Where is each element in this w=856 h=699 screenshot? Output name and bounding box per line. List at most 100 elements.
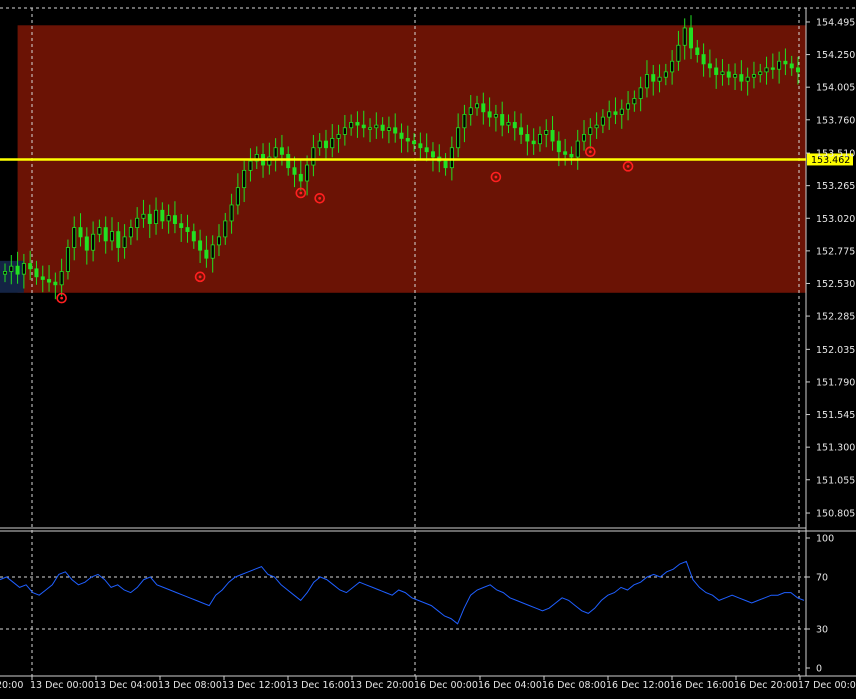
candle-body	[147, 213, 152, 224]
candle-body	[613, 111, 618, 115]
candle-body	[512, 122, 517, 129]
candle-body	[122, 236, 127, 248]
candle-body	[185, 227, 190, 232]
price-tick-label: 152.775	[816, 246, 855, 257]
candle-body	[651, 74, 656, 82]
candle-body	[53, 281, 58, 286]
candle-body	[179, 223, 184, 228]
candle-body	[380, 124, 385, 131]
candle-body	[399, 132, 404, 139]
candle-body	[292, 167, 297, 175]
price-tick-label: 154.250	[816, 50, 855, 61]
candle-body	[449, 147, 454, 169]
candle-body	[248, 160, 253, 171]
osc-tick-label: 30	[816, 625, 828, 636]
candle-body	[456, 127, 461, 149]
osc-tick-label: 100	[816, 534, 834, 545]
candle-body	[28, 263, 33, 270]
candle-body	[273, 147, 278, 158]
candle-body	[739, 74, 744, 82]
candle-body	[361, 124, 366, 129]
candle-body	[349, 122, 354, 129]
candle-body	[418, 143, 423, 149]
price-tick-label: 151.790	[816, 377, 855, 388]
candle-body	[481, 103, 486, 113]
time-label: 13 Dec 08:00	[158, 680, 222, 691]
candle-body	[588, 127, 593, 135]
candle-body	[796, 67, 801, 73]
price-tick-label: 153.020	[816, 214, 855, 225]
candle-body	[550, 130, 555, 142]
candle-body	[638, 87, 643, 99]
time-label: 17 Dec 00:00	[798, 680, 856, 691]
candle-body	[720, 71, 725, 75]
candle-body	[544, 130, 549, 135]
candle-body	[670, 60, 675, 73]
osc-tick-label: 70	[816, 573, 828, 584]
candle-body	[600, 116, 605, 126]
candle-body	[519, 127, 524, 135]
candle-body	[537, 134, 542, 145]
candle-body	[701, 54, 706, 65]
candle-body	[575, 140, 580, 158]
trading-chart: 153.462 154.495154.250154.005153.760153.…	[0, 0, 856, 699]
candle-body	[34, 268, 39, 278]
candle-body	[9, 265, 14, 272]
signal-dot	[299, 191, 303, 195]
candle-body	[210, 244, 215, 259]
candle-body	[204, 249, 209, 259]
candle-body	[109, 231, 114, 242]
candle-body	[116, 231, 121, 248]
candle-body	[789, 63, 794, 69]
candle-body	[582, 134, 587, 142]
candle-body	[443, 160, 448, 169]
candle-body	[242, 169, 247, 189]
candle-body	[770, 67, 775, 70]
candle-body	[714, 67, 719, 75]
time-label: 13 Dec 12:00	[222, 680, 286, 691]
candle-body	[676, 44, 681, 62]
candle-body	[430, 151, 435, 158]
candle-body	[154, 209, 159, 224]
candle-body	[745, 76, 750, 82]
price-tick-label: 151.545	[816, 410, 855, 421]
candle-body	[21, 263, 26, 275]
candle-body	[764, 67, 769, 73]
candle-body	[607, 111, 612, 118]
candle-body	[191, 231, 196, 242]
candle-body	[135, 217, 140, 228]
candle-body	[424, 147, 429, 153]
candle-body	[65, 247, 70, 272]
candle-body	[305, 164, 310, 182]
candle-body	[311, 147, 316, 166]
candle-body	[412, 140, 417, 145]
candle-body	[569, 153, 574, 158]
candle-body	[40, 276, 45, 280]
candle-body	[405, 138, 410, 142]
candle-body	[198, 240, 203, 251]
candle-body	[374, 124, 379, 129]
candle-body	[172, 215, 177, 224]
candle-body	[525, 134, 530, 142]
candle-body	[493, 114, 498, 118]
candle-body	[223, 220, 228, 238]
candle-body	[468, 107, 473, 115]
candle-body	[342, 127, 347, 135]
candle-body	[59, 271, 64, 286]
candle-body	[97, 227, 102, 235]
candle-body	[3, 271, 8, 275]
candle-body	[644, 74, 649, 89]
candle-body	[777, 60, 782, 70]
candle-body	[462, 114, 467, 129]
candle-body	[368, 127, 373, 130]
candle-body	[160, 209, 165, 222]
time-label: 16 Dec 04:00	[478, 680, 542, 691]
candle-body	[355, 122, 360, 126]
price-tick-label: 150.805	[816, 509, 855, 520]
signal-dot	[626, 164, 630, 168]
candle-body	[229, 204, 234, 222]
candle-body	[619, 108, 624, 115]
time-label-prefix: 20:00	[0, 680, 23, 691]
candle-body	[707, 63, 712, 69]
price-tick-label: 152.530	[816, 279, 855, 290]
